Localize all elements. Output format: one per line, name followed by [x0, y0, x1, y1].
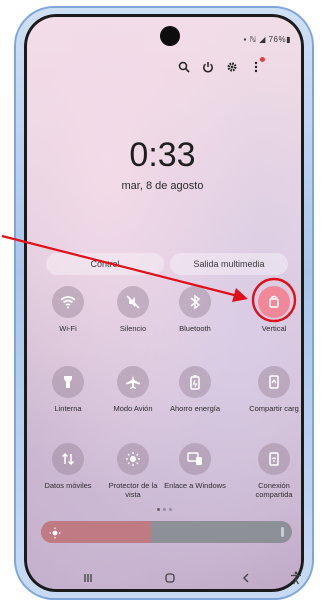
annotation-circle — [251, 277, 297, 323]
annotation-arrowhead — [232, 288, 248, 302]
annotation-arrow-line — [1, 234, 239, 298]
annotation-overlay — [1, 234, 297, 323]
